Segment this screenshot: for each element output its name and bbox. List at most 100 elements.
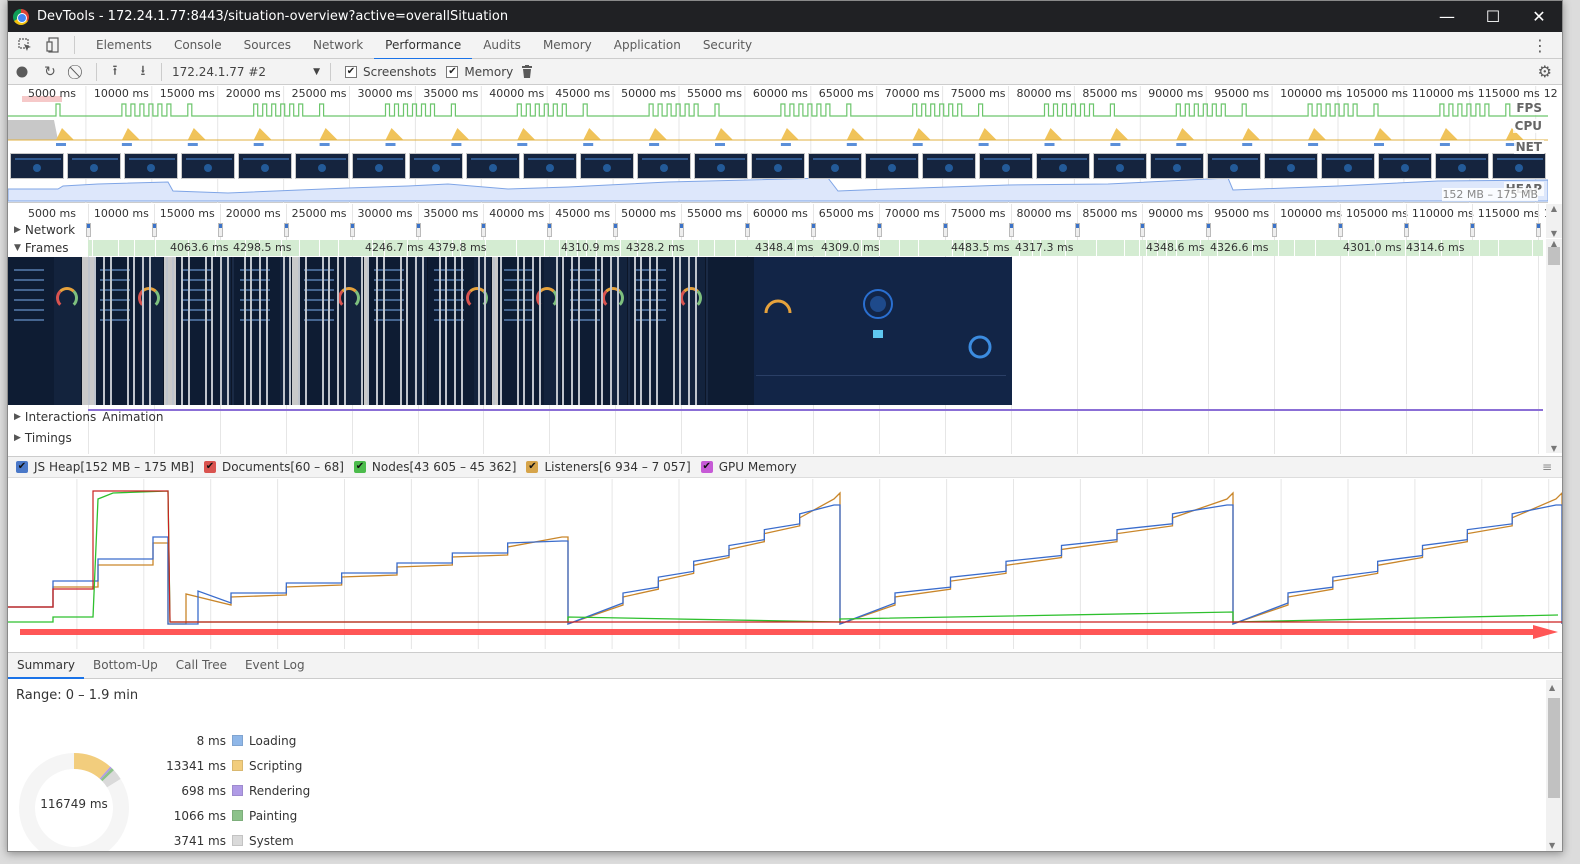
save-profile-button[interactable]: ⭳	[129, 59, 157, 85]
tab-application[interactable]: Application	[603, 32, 692, 59]
network-track-header[interactable]: ▶ Network	[8, 221, 1548, 239]
tab-event-log[interactable]: Event Log	[236, 652, 314, 678]
frame-duration-label[interactable]: 4301.0 ms	[1343, 241, 1401, 254]
network-request-bar[interactable]	[745, 223, 750, 237]
tracks-scrollbar-top[interactable]: ▲ ▼	[1546, 204, 1562, 238]
network-request-bar[interactable]	[547, 223, 553, 237]
network-request-bar[interactable]	[415, 223, 421, 237]
checkbox-checked-icon[interactable]: ✔	[16, 461, 28, 473]
network-request-bar[interactable]	[283, 223, 289, 237]
network-request-bar[interactable]	[1074, 223, 1080, 237]
frame-duration-label[interactable]: 4246.7 ms	[365, 241, 423, 254]
screenshot-thumbnail[interactable]	[523, 153, 577, 179]
network-request-bar[interactable]	[1404, 223, 1409, 237]
tab-performance[interactable]: Performance	[374, 32, 473, 60]
frame-duration-label[interactable]: 4328.2 ms	[626, 241, 684, 254]
screenshot-thumbnail[interactable]	[1435, 153, 1489, 179]
memory-legend-item[interactable]: ✔ JS Heap[152 MB – 175 MB]	[16, 460, 194, 474]
tracks-scrollbar[interactable]: ▲ ▼	[1546, 239, 1562, 453]
memory-counters-chart[interactable]	[8, 479, 1562, 649]
frame-duration-label[interactable]: 4298.5 ms	[233, 241, 291, 254]
screenshot-thumbnail[interactable]	[922, 153, 976, 179]
device-toolbar-icon[interactable]	[42, 34, 64, 56]
frames-track[interactable]	[88, 240, 1543, 256]
timings-track-header[interactable]: ▶ Timings	[8, 429, 1548, 447]
screenshot-thumbnail[interactable]	[1378, 153, 1432, 179]
capture-settings-gear-icon[interactable]: ⚙	[1538, 62, 1552, 81]
summary-scrollbar[interactable]: ▲ ▼	[1546, 680, 1562, 851]
memory-legend-item[interactable]: ✔ Nodes[43 605 – 45 362]	[353, 460, 516, 474]
memory-legend-item[interactable]: ✔ Listeners[6 934 – 7 057]	[526, 460, 691, 474]
checkbox-checked-icon[interactable]: ✔	[700, 461, 713, 473]
screenshot-thumbnail[interactable]	[1264, 153, 1318, 179]
screenshot-thumbnail[interactable]	[1492, 153, 1546, 179]
network-request-bar[interactable]	[679, 223, 685, 237]
screenshot-thumbnail[interactable]	[1150, 153, 1204, 179]
tab-security[interactable]: Security	[692, 32, 763, 59]
tab-elements[interactable]: Elements	[85, 32, 163, 59]
screenshot-thumbnail[interactable]	[10, 153, 64, 179]
frame-screenshots[interactable]	[8, 257, 1012, 405]
network-request-bar[interactable]	[1469, 223, 1475, 237]
network-request-bar[interactable]	[1140, 223, 1146, 237]
screenshot-thumbnail[interactable]	[637, 153, 691, 179]
checkbox-checked-icon[interactable]: ✔	[203, 461, 216, 473]
maximize-button[interactable]: ☐	[1470, 1, 1516, 32]
frame-duration-label[interactable]: 4379.8 ms	[428, 241, 486, 254]
network-request-bar[interactable]	[481, 223, 487, 237]
tab-audits[interactable]: Audits	[472, 32, 532, 59]
screenshot-thumbnail[interactable]	[295, 153, 349, 179]
screenshot-thumbnail[interactable]	[181, 153, 235, 179]
screenshots-checkbox[interactable]: ✔ Screenshots	[345, 65, 436, 79]
screenshot-thumbnail[interactable]	[580, 153, 634, 179]
screenshot-thumbnail[interactable]	[466, 153, 520, 179]
tab-network[interactable]: Network	[302, 32, 374, 59]
network-request-bar[interactable]	[810, 223, 816, 237]
scroll-up-icon[interactable]: ▲	[1549, 683, 1555, 692]
screenshot-thumbnail[interactable]	[1036, 153, 1090, 179]
network-request-bar[interactable]	[1206, 223, 1212, 237]
frame-duration-label[interactable]: 4317.3 ms	[1015, 241, 1073, 254]
profile-select[interactable]: 172.24.1.77 #2 ▼	[166, 62, 326, 82]
network-request-bar[interactable]	[1338, 223, 1344, 237]
frame-duration-label[interactable]: 4483.5 ms	[951, 241, 1009, 254]
interactions-track-header[interactable]: ▶ Interactions Animation	[8, 408, 1548, 426]
frame-duration-label[interactable]: 4348.4 ms	[755, 241, 813, 254]
memory-checkbox[interactable]: ✔ Memory	[446, 65, 513, 79]
network-request-bar[interactable]	[86, 223, 91, 237]
screenshot-thumbnail[interactable]	[979, 153, 1033, 179]
frame-duration-label[interactable]: 4348.6 ms	[1146, 241, 1204, 254]
screenshot-thumbnail[interactable]	[1207, 153, 1261, 179]
tab-summary[interactable]: Summary	[8, 652, 84, 679]
hamburger-menu-icon[interactable]: ≡	[1542, 460, 1552, 474]
reload-record-button[interactable]: ↻	[36, 59, 64, 85]
screenshot-thumbnail[interactable]	[1321, 153, 1375, 179]
network-request-bar[interactable]	[1272, 223, 1278, 237]
more-options-icon[interactable]: ⋮	[1532, 36, 1548, 55]
network-request-bar[interactable]	[613, 223, 619, 237]
scroll-down-icon[interactable]: ▼	[1549, 841, 1555, 850]
frame-duration-label[interactable]: 4314.6 ms	[1406, 241, 1464, 254]
screenshot-thumbnail[interactable]	[1093, 153, 1147, 179]
network-request-bar[interactable]	[217, 223, 223, 237]
tab-sources[interactable]: Sources	[233, 32, 302, 59]
tab-call-tree[interactable]: Call Tree	[167, 652, 236, 678]
frame-duration-label[interactable]: 4326.6 ms	[1210, 241, 1268, 254]
checkbox-checked-icon[interactable]: ✔	[353, 461, 366, 473]
collect-garbage-icon[interactable]	[513, 59, 541, 85]
close-button[interactable]: ✕	[1516, 1, 1562, 32]
screenshot-thumbnail[interactable]	[67, 153, 121, 179]
frames-track-header[interactable]: ▼ Frames	[8, 239, 88, 257]
tab-console[interactable]: Console	[163, 32, 233, 59]
tab-bottom-up[interactable]: Bottom-Up	[84, 652, 167, 678]
screenshot-thumbnail[interactable]	[751, 153, 805, 179]
timeline-overview[interactable]: 5000 ms 10000 ms 15000 ms 20000 ms 25000 ms 3…	[8, 86, 1558, 203]
frame-duration-label[interactable]: 4063.6 ms	[170, 241, 228, 254]
memory-legend-item[interactable]: ✔ Documents[60 – 68]	[203, 460, 344, 474]
screenshot-thumbnail[interactable]	[694, 153, 748, 179]
screenshot-thumbnail[interactable]	[409, 153, 463, 179]
minimize-button[interactable]: —	[1424, 1, 1470, 32]
scroll-down-icon[interactable]: ▼	[1551, 229, 1557, 238]
scroll-thumb[interactable]	[1548, 247, 1560, 265]
screenshot-thumbnail[interactable]	[865, 153, 919, 179]
